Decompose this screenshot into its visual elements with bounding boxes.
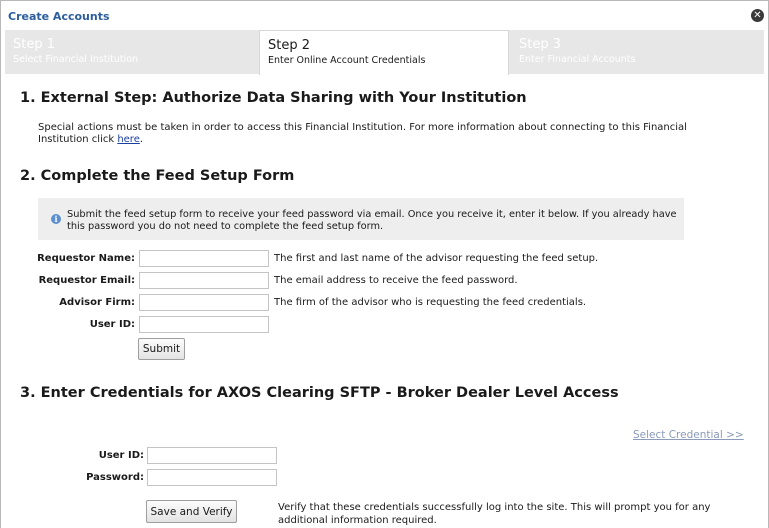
advisor-firm-hint: The firm of the advisor who is requestin… (274, 297, 587, 308)
step-description: Enter Online Account Credentials (268, 55, 426, 66)
advisor-firm-label: Advisor Firm: (59, 297, 135, 308)
requestor-email-label: Requestor Email: (38, 275, 135, 286)
section-2-heading: 2. Complete the Feed Setup Form (20, 168, 295, 184)
feed-user-id-label: User ID: (89, 319, 135, 330)
here-link[interactable]: here (117, 134, 140, 145)
step-3-tab[interactable]: Step 3 Enter Financial Accounts (511, 30, 764, 74)
dialog-titlebar: Create Accounts ✕ (1, 1, 768, 31)
info-text: Submit the feed setup form to receive yo… (67, 209, 677, 232)
step-2-tab[interactable]: Step 2 Enter Online Account Credentials (259, 30, 509, 75)
section-1-period: . (139, 134, 144, 145)
feed-user-id-input[interactable] (139, 316, 269, 333)
requestor-name-hint: The first and last name of the advisor r… (274, 253, 599, 264)
verify-description: Verify that these credentials successful… (278, 502, 711, 526)
wizard-steps: Step 1 Select Financial Institution Step… (5, 30, 764, 75)
requestor-name-label: Requestor Name: (37, 253, 135, 264)
step-1-tab[interactable]: Step 1 Select Financial Institution (5, 30, 257, 74)
advisor-firm-input[interactable] (139, 294, 269, 311)
step-number: Step 2 (268, 38, 311, 53)
credential-password-label: Password: (86, 472, 144, 483)
credential-user-id-label: User ID: (98, 450, 144, 461)
step-description: Select Financial Institution (13, 54, 139, 65)
section-1-text: Special actions must be taken in order t… (38, 122, 728, 146)
save-and-verify-button[interactable]: Save and Verify (146, 500, 237, 523)
close-icon[interactable]: ✕ (751, 9, 764, 22)
requestor-email-hint: The email address to receive the feed pa… (274, 275, 518, 286)
dialog-title: Create Accounts (8, 10, 110, 23)
select-credential-link[interactable]: Select Credential >> (633, 429, 744, 441)
section-3-heading: 3. Enter Credentials for AXOS Clearing S… (20, 385, 619, 401)
submit-button[interactable]: Submit (138, 338, 185, 360)
requestor-email-input[interactable] (139, 272, 269, 289)
step-number: Step 1 (13, 37, 56, 52)
step-description: Enter Financial Accounts (519, 54, 636, 65)
credential-password-input[interactable] (147, 469, 277, 486)
section-1-heading: 1. External Step: Authorize Data Sharing… (20, 90, 527, 106)
info-box: i Submit the feed setup form to receive … (38, 198, 684, 240)
info-icon: i (51, 214, 61, 224)
step-number: Step 3 (519, 37, 562, 52)
create-accounts-dialog: Create Accounts ✕ Step 1 Select Financia… (0, 0, 769, 528)
credential-user-id-input[interactable] (147, 447, 277, 464)
requestor-name-input[interactable] (139, 250, 269, 267)
